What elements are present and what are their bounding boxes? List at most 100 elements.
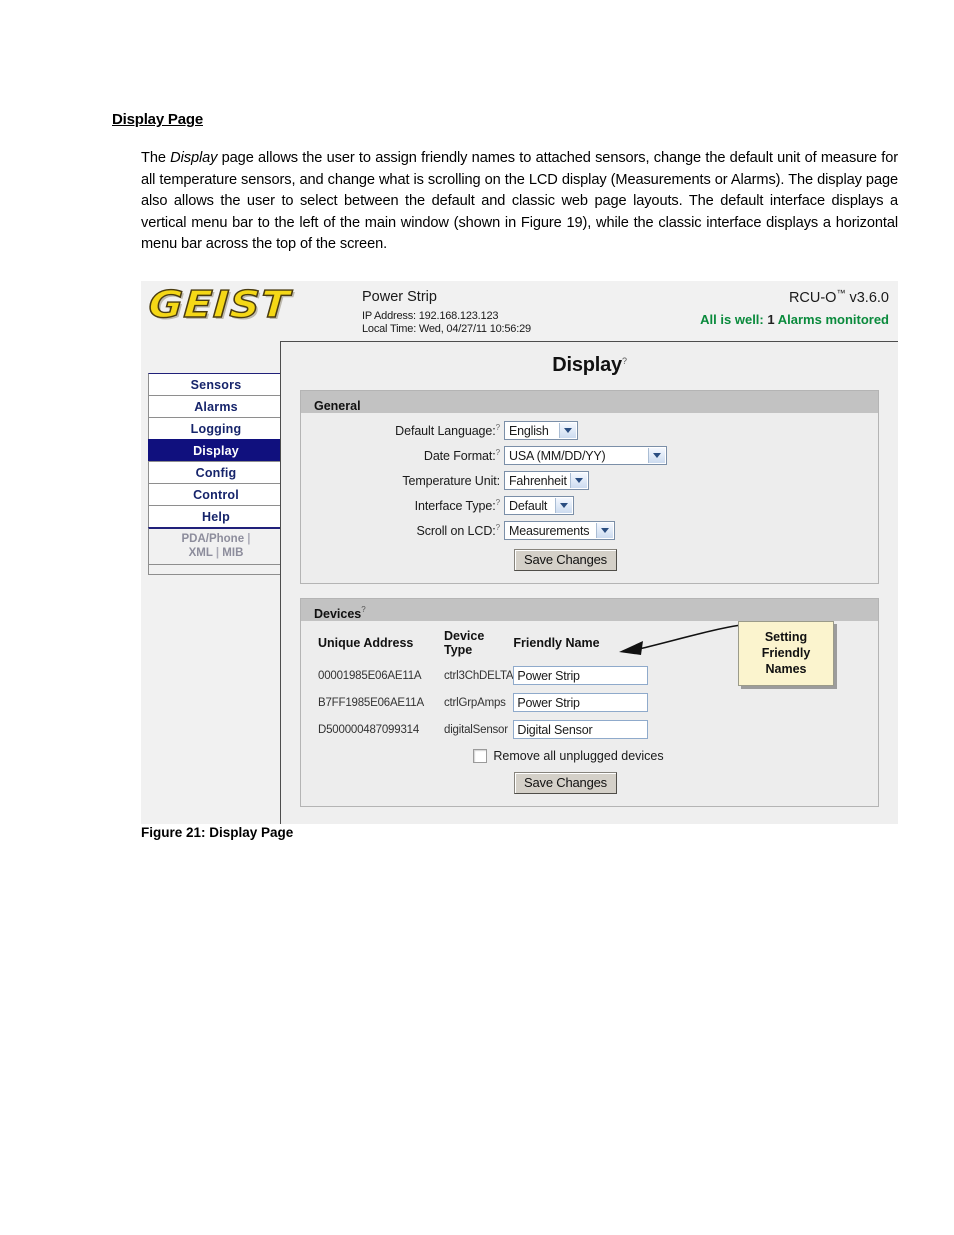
form-row-default-language: Default Language:? English — [301, 421, 878, 440]
sidebar-item-logging[interactable]: Logging — [148, 417, 284, 439]
content-title-text: Display — [552, 354, 622, 376]
sidebar-item-display[interactable]: Display — [148, 439, 284, 461]
label-text: Temperature Unit: — [402, 473, 500, 488]
callout-arrow-icon — [619, 624, 742, 655]
form-row-date-format: Date Format:? USA (MM/DD/YY) — [301, 446, 878, 465]
select-default-language[interactable]: English — [504, 421, 578, 440]
cell-friendly-name — [513, 716, 649, 743]
sidebar-link-mib[interactable]: MIB — [222, 547, 243, 559]
status-suffix: Alarms monitored — [777, 312, 889, 327]
sidebar-item-sensors[interactable]: Sensors — [148, 373, 284, 395]
help-icon-1[interactable]: ? — [496, 448, 500, 457]
sidebar-item-config[interactable]: Config — [148, 461, 284, 483]
embedded-screenshot: GEIST Power Strip IP Address: 192.168.12… — [141, 281, 898, 824]
page-title: Display Page — [112, 111, 203, 128]
select-date-format[interactable]: USA (MM/DD/YY) — [504, 446, 667, 465]
version-number: v3.6.0 — [845, 290, 889, 306]
label-0: Default Language:? — [301, 423, 504, 438]
label-text: Default Language: — [395, 424, 496, 438]
cell-friendly-name — [513, 662, 649, 689]
sidebar-item-help[interactable]: Help — [148, 505, 284, 527]
separator-1: | — [247, 533, 251, 545]
select-value: Fahrenheit — [509, 473, 567, 488]
status-count: 1 — [767, 312, 775, 327]
geist-logo: GEIST — [147, 282, 292, 326]
label-text: Interface Type: — [414, 499, 496, 513]
ip-address: IP Address: 192.168.123.123 — [362, 310, 499, 322]
help-icon-title[interactable]: ? — [622, 356, 627, 366]
label-text: Date Format: — [423, 449, 496, 463]
cell-device-type: digitalSensor — [444, 723, 508, 736]
select-interface-type[interactable]: Default — [504, 496, 574, 515]
help-icon-0[interactable]: ? — [496, 423, 500, 432]
column-device-type: Device Type — [444, 629, 485, 657]
sidebar-link-xml[interactable]: XML — [189, 547, 213, 559]
remove-unplugged-checkbox[interactable] — [473, 749, 488, 763]
chevron-down-icon[interactable] — [555, 498, 572, 513]
general-panel: General Default Language:? English Date Fo… — [300, 390, 879, 584]
chevron-down-icon[interactable] — [559, 423, 576, 438]
form-row-scroll-on-lcd: Scroll on LCD:? Measurements — [301, 521, 878, 540]
friendly-name-input-0[interactable] — [513, 666, 649, 685]
sidebar-item-control[interactable]: Control — [148, 483, 284, 505]
select-value: English — [509, 423, 549, 438]
status-badge: All is well: 1 Alarms monitored — [700, 312, 889, 327]
general-panel-header: General — [301, 391, 878, 413]
cell-unique-address: D500000487099314 — [318, 723, 420, 736]
help-icon-4[interactable]: ? — [496, 523, 500, 532]
label-2: Temperature Unit: — [301, 474, 504, 488]
label-text: Scroll on LCD: — [416, 524, 496, 538]
remove-unplugged-row[interactable]: Remove all unplugged devices — [301, 749, 878, 763]
cell-device-type: ctrlGrpAmps — [444, 696, 506, 709]
sidebar-sub-links: PDA/Phone | XML | MIB — [148, 527, 284, 565]
sidebar-link-pda-phone[interactable]: PDA/Phone — [181, 533, 244, 545]
cell-unique-address: B7FF1985E06AE11A — [318, 696, 424, 709]
table-header-row: Unique Address Device Type Friendly Name — [318, 629, 648, 662]
general-save-button[interactable]: Save Changes — [514, 549, 617, 571]
friendly-name-input-1[interactable] — [513, 693, 649, 712]
devices-save-row: Save Changes — [301, 772, 878, 794]
table-row: D500000487099314 digitalSensor — [318, 716, 649, 743]
friendly-name-input-2[interactable] — [513, 720, 649, 739]
devices-table: Unique Address Device Type Friendly Name… — [318, 629, 649, 743]
general-panel-body: Default Language:? English Date Format:? US… — [301, 413, 878, 583]
device-name: Power Strip — [362, 289, 437, 305]
firmware-version: RCU-O™ v3.6.0 — [789, 288, 889, 306]
sidebar-item-alarms[interactable]: Alarms — [148, 395, 284, 417]
remove-unplugged-label: Remove all unplugged devices — [493, 749, 664, 763]
local-time: Local Time: Wed, 04/27/11 10:56:29 — [362, 323, 531, 335]
general-panel-label: General — [314, 399, 361, 413]
help-icon-devices[interactable]: ? — [361, 605, 365, 614]
devices-save-button[interactable]: Save Changes — [514, 772, 617, 794]
devices-panel-label: Devices — [314, 607, 362, 621]
sidebar-spacer — [148, 565, 284, 575]
figure-caption: Figure 21: Display Page — [141, 825, 294, 840]
callout-note: Setting Friendly Names — [738, 621, 834, 686]
cell-device-type: ctrl3ChDELTA — [444, 669, 514, 682]
select-scroll-on-lcd[interactable]: Measurements — [504, 521, 615, 540]
help-icon-3[interactable]: ? — [496, 498, 500, 507]
chevron-down-icon[interactable] — [596, 523, 613, 538]
main-content: Display? General Default Language:? Engli… — [280, 341, 898, 824]
content-title: Display? — [281, 342, 898, 377]
label-3: Interface Type:? — [301, 498, 504, 513]
version-name: RCU-O — [788, 290, 837, 306]
label-4: Scroll on LCD:? — [301, 523, 504, 538]
label-1: Date Format:? — [301, 448, 504, 463]
select-value: Default — [509, 498, 548, 513]
chevron-down-icon[interactable] — [648, 448, 665, 463]
status-prefix: All is well: — [700, 312, 764, 327]
column-unique-address: Unique Address — [318, 636, 414, 650]
general-save-row: Save Changes — [301, 549, 878, 571]
body-paragraph: The Display page allows the user to assi… — [141, 150, 898, 252]
select-value: USA (MM/DD/YY) — [509, 448, 606, 463]
chevron-down-icon[interactable] — [570, 473, 587, 488]
devices-panel-header: Devices? — [301, 599, 878, 621]
separator-2: | — [215, 547, 220, 559]
select-value: Measurements — [509, 523, 590, 538]
cell-friendly-name — [513, 689, 649, 716]
form-row-interface-type: Interface Type:? Default — [301, 496, 878, 515]
table-row: 00001985E06AE11A ctrl3ChDELTA — [318, 662, 649, 689]
sidebar-nav: Sensors Alarms Logging Display Config Control… — [148, 373, 284, 575]
select-temperature-unit[interactable]: Fahrenheit — [504, 471, 589, 490]
